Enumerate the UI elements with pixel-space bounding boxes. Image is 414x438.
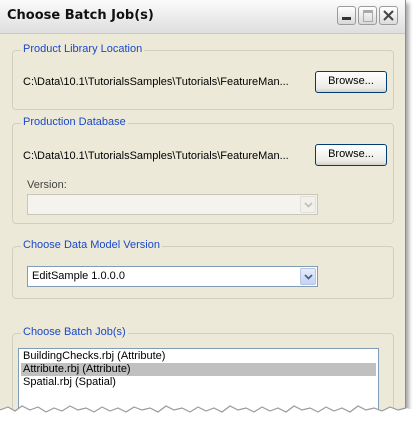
chevron-down-icon[interactable]	[300, 268, 316, 285]
data-model-value: EditSample 1.0.0.0	[32, 270, 125, 282]
list-item[interactable]: Spatial.rbj (Spatial)	[21, 376, 376, 389]
production-database-group: Production Database C:\Data\10.1\Tutoria…	[12, 116, 394, 224]
product-library-browse-button[interactable]: Browse...	[315, 71, 387, 93]
product-library-path: C:\Data\10.1\TutorialsSamples\Tutorials\…	[23, 76, 289, 88]
data-model-dropdown[interactable]: EditSample 1.0.0.0	[27, 266, 318, 287]
production-database-browse-button[interactable]: Browse...	[315, 144, 387, 166]
title-bar[interactable]: Choose Batch Job(s)	[0, 0, 405, 34]
batch-jobs-legend: Choose Batch Job(s)	[21, 326, 128, 338]
version-label: Version:	[27, 179, 67, 191]
list-item[interactable]: BuildingChecks.rbj (Attribute)	[21, 350, 376, 363]
torn-edge	[0, 405, 414, 438]
product-library-group: Product Library Location C:\Data\10.1\Tu…	[12, 43, 394, 110]
close-icon[interactable]	[379, 6, 398, 25]
data-model-group: Choose Data Model Version EditSample 1.0…	[12, 239, 394, 299]
data-model-legend: Choose Data Model Version	[21, 239, 162, 251]
production-database-path: C:\Data\10.1\TutorialsSamples\Tutorials\…	[23, 150, 289, 162]
window-title: Choose Batch Job(s)	[7, 8, 154, 23]
minimize-icon[interactable]	[337, 6, 356, 25]
version-dropdown	[27, 194, 318, 215]
maximize-icon[interactable]	[358, 6, 377, 25]
chevron-down-icon	[300, 196, 316, 213]
choose-batch-jobs-dialog: Choose Batch Job(s) Product Library Loca…	[0, 0, 406, 430]
product-library-legend: Product Library Location	[21, 43, 145, 55]
list-item[interactable]: Attribute.rbj (Attribute)	[21, 363, 376, 376]
production-database-legend: Production Database	[21, 116, 128, 128]
